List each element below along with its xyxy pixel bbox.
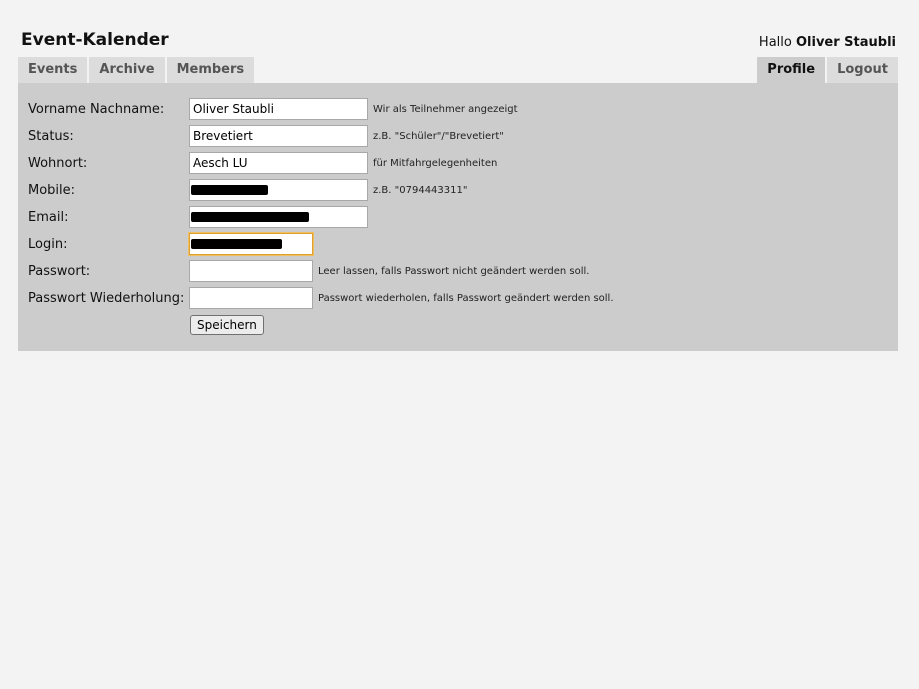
password-label: Passwort: bbox=[28, 264, 91, 279]
mobile-hint: z.B. "0794443311" bbox=[373, 185, 468, 196]
tab-archive[interactable]: Archive bbox=[89, 57, 165, 83]
greeting-username: Oliver Staubli bbox=[795, 35, 896, 50]
form-row-email: Email: bbox=[18, 206, 898, 230]
mobile-redaction bbox=[191, 185, 268, 195]
name-label: Vorname Nachname: bbox=[28, 102, 165, 117]
password-input[interactable] bbox=[189, 260, 313, 282]
password-repeat-input[interactable] bbox=[189, 287, 313, 309]
form-row-name: Vorname Nachname: Wir als Teilnehmer ang… bbox=[18, 98, 898, 122]
tab-events[interactable]: Events bbox=[18, 57, 88, 83]
form-row-residence: Wohnort: für Mitfahrgelegenheiten bbox=[18, 152, 898, 176]
app-title: Event-Kalender bbox=[21, 30, 169, 50]
form-row-status: Status: z.B. "Schüler"/"Brevetiert" bbox=[18, 125, 898, 149]
residence-input[interactable] bbox=[189, 152, 368, 174]
mobile-label: Mobile: bbox=[28, 183, 76, 198]
status-hint: z.B. "Schüler"/"Brevetiert" bbox=[373, 131, 504, 142]
greeting-prefix: Hallo bbox=[758, 35, 792, 50]
form-row-mobile: Mobile: z.B. "0794443311" bbox=[18, 179, 898, 203]
main-nav-left: Events Archive Members bbox=[18, 57, 255, 83]
form-row-login: Login: bbox=[18, 233, 898, 257]
form-row-password: Passwort: Leer lassen, falls Passwort ni… bbox=[18, 260, 898, 284]
status-input[interactable] bbox=[189, 125, 368, 147]
email-redaction bbox=[191, 212, 309, 222]
user-greeting: Hallo Oliver Staubli bbox=[759, 35, 896, 50]
login-redaction bbox=[191, 239, 282, 249]
status-label: Status: bbox=[28, 129, 74, 144]
password-repeat-hint: Passwort wiederholen, falls Passwort geä… bbox=[318, 293, 614, 304]
password-hint: Leer lassen, falls Passwort nicht geände… bbox=[318, 266, 590, 277]
main-nav-right: Profile Logout bbox=[757, 57, 898, 83]
email-label: Email: bbox=[28, 210, 69, 225]
name-input[interactable] bbox=[189, 98, 368, 120]
form-row-password-repeat: Passwort Wiederholung: Passwort wiederho… bbox=[18, 287, 898, 311]
tab-logout[interactable]: Logout bbox=[827, 57, 898, 83]
tab-profile[interactable]: Profile bbox=[757, 57, 826, 83]
profile-form-panel: Vorname Nachname: Wir als Teilnehmer ang… bbox=[18, 83, 898, 351]
save-button[interactable]: Speichern bbox=[190, 315, 264, 335]
name-hint: Wir als Teilnehmer angezeigt bbox=[373, 104, 518, 115]
login-label: Login: bbox=[28, 237, 68, 252]
residence-label: Wohnort: bbox=[28, 156, 88, 171]
tab-members[interactable]: Members bbox=[166, 57, 255, 83]
password-repeat-label: Passwort Wiederholung: bbox=[28, 291, 185, 306]
residence-hint: für Mitfahrgelegenheiten bbox=[373, 158, 498, 169]
